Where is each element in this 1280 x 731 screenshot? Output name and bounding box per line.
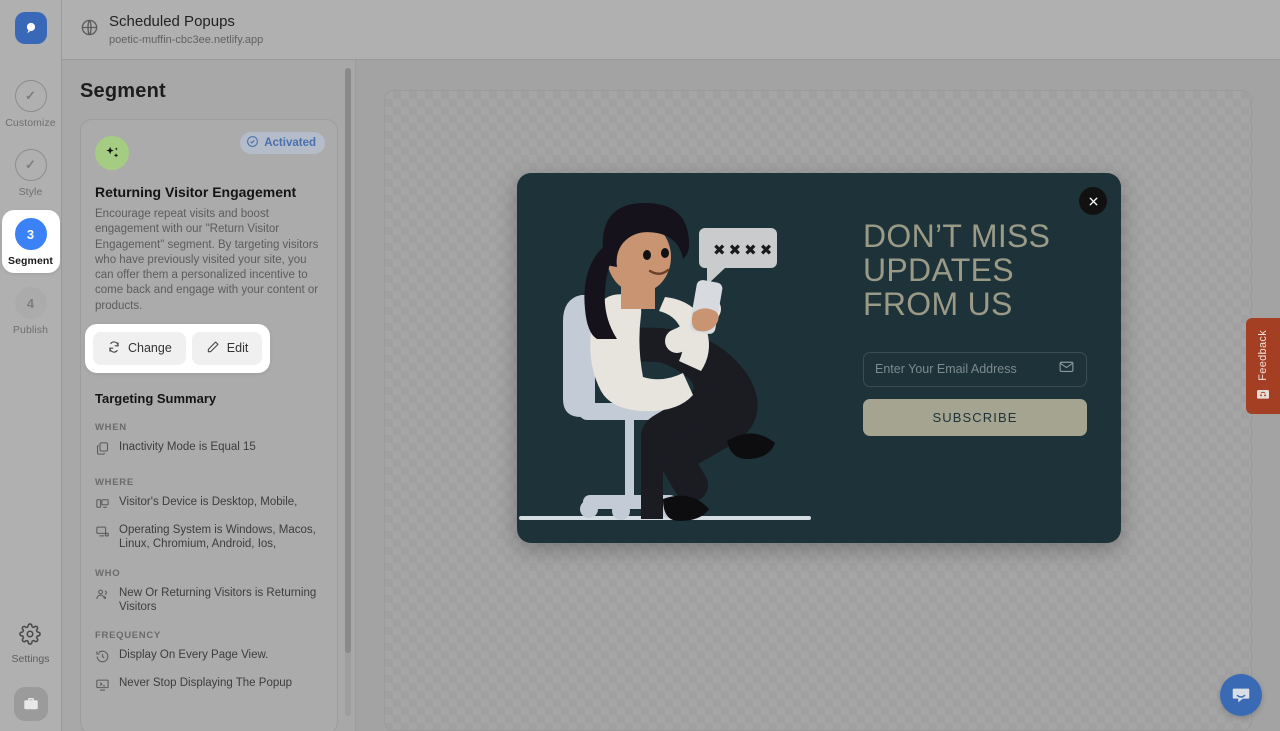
sidebar-item-label: Customize [5, 117, 56, 129]
group-label-who: WHO [95, 567, 121, 579]
step-circle-segment: 3 [14, 218, 47, 250]
feedback-tab[interactable]: Feedback [1246, 318, 1280, 414]
segment-card: Activated Returning Visitor Engagement E… [80, 119, 338, 731]
change-button[interactable]: Change [93, 331, 186, 365]
sidebar-item-style[interactable]: ✓ Style [2, 141, 60, 204]
gear-icon [19, 623, 42, 650]
list-item: Display On Every Page View. [95, 648, 323, 669]
sidebar-item-publish[interactable]: 4 Publish [2, 279, 60, 342]
panel-scrollbar[interactable] [345, 68, 351, 716]
briefcase-icon[interactable] [13, 687, 48, 721]
rail-bottom: Settings [0, 623, 61, 721]
status-badge: Activated [240, 132, 325, 154]
preview-canvas: ✖✖✖✖ DON’T MISS UPDATES FROM US Enter Yo… [384, 90, 1252, 731]
sparkles-icon [95, 136, 129, 170]
step-circle-style: ✓ [14, 149, 47, 181]
preview-area: ✖✖✖✖ DON’T MISS UPDATES FROM US Enter Yo… [356, 0, 1280, 731]
list-item-text: Operating System is Windows, Macos, Linu… [119, 523, 316, 551]
feedback-face-icon [1255, 386, 1271, 402]
edit-button[interactable]: Edit [191, 331, 263, 365]
change-button-label: Change [128, 341, 172, 356]
group-label-where: WHERE [95, 476, 134, 488]
step-circle-publish: 4 [14, 287, 47, 319]
topbar: Scheduled Popups poetic-muffin-cbc3ee.ne… [62, 0, 1280, 60]
card-title: Returning Visitor Engagement [95, 184, 297, 200]
sidebar-item-label: Style [18, 186, 43, 198]
email-field[interactable] [863, 351, 1087, 387]
group-label-when: WHEN [95, 421, 127, 433]
card-actions: Change Edit [85, 323, 271, 373]
list-item-text: Visitor's Device is Desktop, Mobile, [119, 495, 298, 508]
sidebar-item-segment[interactable]: 3 Segment [1, 210, 60, 273]
feedback-label: Feedback [1257, 329, 1269, 381]
list-item: Operating System is Windows, Macos, Linu… [95, 523, 323, 552]
status-badge-label: Activated [264, 137, 316, 149]
woman-on-chair-with-phone-illustration: ✖✖✖✖ [517, 173, 855, 543]
group-label-frequency: FREQUENCY [95, 630, 161, 642]
list-item-text: New Or Returning Visitors is Returning V… [119, 586, 317, 614]
popupsmart-logo-icon[interactable] [14, 12, 47, 44]
subscribe-button[interactable]: SUBSCRIBE [863, 398, 1087, 436]
list-item-text: Display On Every Page View. [119, 649, 269, 662]
site-domain: poetic-muffin-cbc3ee.netlify.app [109, 33, 264, 46]
sidebar-item-label: Publish [12, 324, 49, 336]
list-item: Inactivity Mode is Equal 15 [95, 440, 323, 461]
copy-icon [95, 440, 111, 461]
sidebar-item-customize[interactable]: ✓ Customize [2, 72, 60, 135]
card-description: Encourage repeat visits and boost engage… [95, 208, 319, 312]
targeting-summary-title: Targeting Summary [95, 390, 217, 406]
list-item-text: Never Stop Displaying The Popup [119, 677, 293, 690]
svg-text:✖✖✖✖: ✖✖✖✖ [713, 241, 775, 259]
list-item-text: Inactivity Mode is Equal 15 [119, 440, 256, 453]
settings-label: Settings [11, 653, 50, 665]
panel-title: Segment [80, 80, 166, 102]
search-input[interactable] [875, 362, 1058, 377]
topbar-text: Scheduled Popups poetic-muffin-cbc3ee.ne… [109, 13, 263, 46]
device-icon [95, 495, 111, 516]
refresh-icon [107, 340, 121, 357]
page-title: Scheduled Popups [109, 13, 235, 31]
left-rail: ✓ Customize ✓ Style 3 Segment 4 Publish [0, 0, 62, 731]
check-circle-icon [246, 135, 259, 151]
sidebar-item-label: Segment [7, 255, 54, 267]
list-item: New Or Returning Visitors is Returning V… [95, 586, 323, 615]
monitor-arrow-icon [95, 676, 111, 697]
pencil-icon [206, 340, 220, 357]
clock-history-icon [95, 648, 111, 669]
rail-steps: ✓ Customize ✓ Style 3 Segment 4 Publish [0, 72, 61, 348]
segment-panel: Segment Activated Returning Visitor Enga… [62, 0, 356, 731]
globe-icon [80, 18, 99, 42]
popup-content: DON’T MISS UPDATES FROM US SUBSCRIBE [855, 173, 1121, 543]
step-circle-customize: ✓ [14, 80, 47, 112]
app-root: ✓ Customize ✓ Style 3 Segment 4 Publish [0, 0, 1280, 731]
close-icon[interactable] [1079, 187, 1107, 215]
users-icon [95, 586, 111, 607]
sidebar-item-settings[interactable]: Settings [11, 623, 50, 665]
envelope-icon [1058, 358, 1075, 380]
popup-preview: ✖✖✖✖ DON’T MISS UPDATES FROM US Enter Yo… [517, 173, 1121, 543]
panel-scrollbar-thumb[interactable] [345, 68, 351, 653]
list-item: Visitor's Device is Desktop, Mobile, [95, 495, 323, 516]
list-item: Never Stop Displaying The Popup [95, 676, 323, 697]
os-monitor-icon [95, 523, 111, 544]
chat-bubble-icon[interactable] [1220, 674, 1262, 716]
popup-headline: DON’T MISS UPDATES FROM US [863, 218, 1051, 323]
edit-button-label: Edit [226, 341, 249, 356]
